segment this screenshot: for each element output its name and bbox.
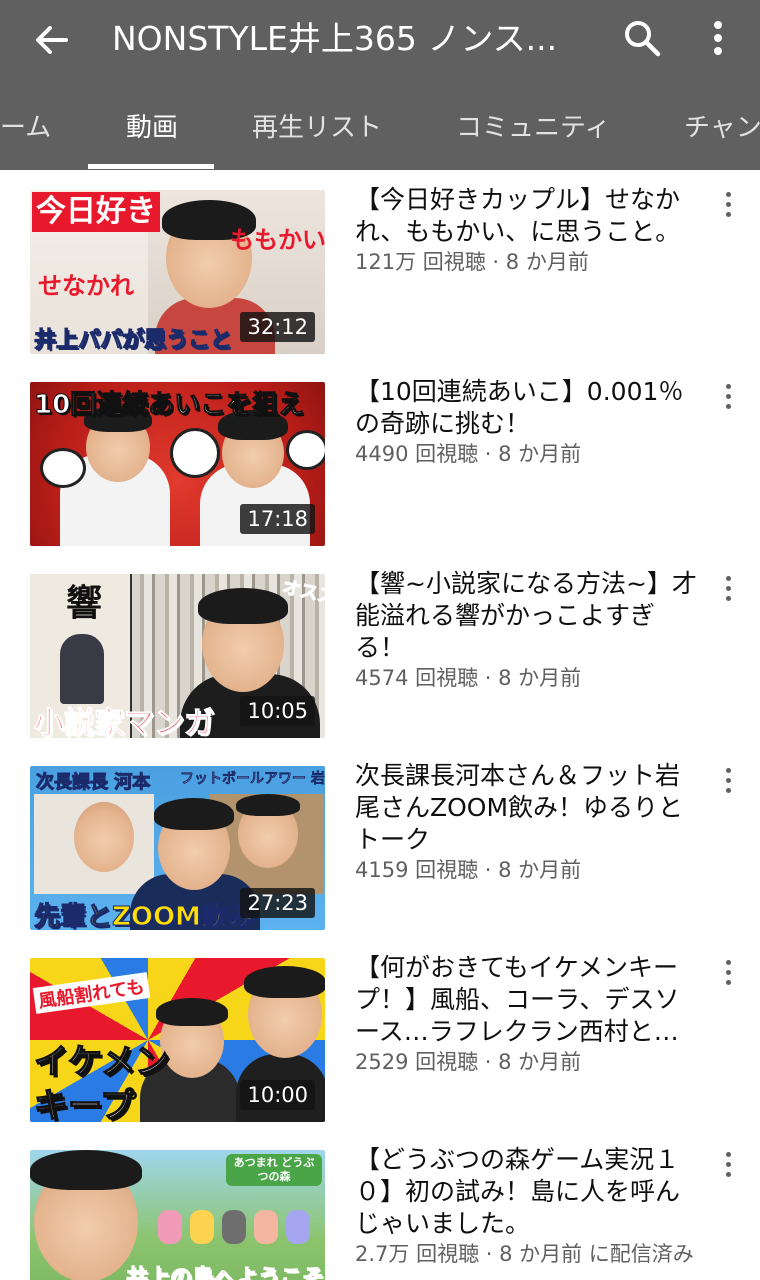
person-face: [74, 802, 134, 872]
game-logo: あつまれ どうぶつの森: [226, 1154, 322, 1186]
video-thumbnail[interactable]: 次長課長 河本 フットボールアワー 岩尾 先輩とZOOM飲み 27:23: [30, 766, 325, 930]
game-character: [222, 1210, 246, 1244]
video-item[interactable]: 響 オススメ 小説家マンガ 10:05 【響~小説家になる方法~】才能溢れる響が…: [0, 554, 760, 746]
search-icon[interactable]: [620, 16, 664, 60]
video-item[interactable]: 10回連続あいこを狙え 17:18 【10回連続あいこ】0.001％の奇跡に挑む…: [0, 362, 760, 554]
thumb-label: ももかい: [230, 225, 325, 254]
person-hair: [154, 798, 234, 830]
tab-home[interactable]: ーム: [0, 100, 51, 156]
video-meta: 4574 回視聴 · 8 か月前: [355, 666, 582, 690]
thumb-label: 井上パパが思うこと: [34, 328, 233, 354]
tab-channels[interactable]: チャン: [684, 100, 760, 156]
thumb-label: 10回連続あいこを狙え: [34, 390, 305, 421]
video-meta: 4159 回視聴 · 8 か月前: [355, 858, 582, 882]
video-duration: 17:18: [240, 504, 315, 534]
video-thumbnail[interactable]: 10回連続あいこを狙え 17:18: [30, 382, 325, 546]
video-item[interactable]: 次長課長 河本 フットボールアワー 岩尾 先輩とZOOM飲み 27:23 次長課…: [0, 746, 760, 938]
video-meta: 2.7万 回視聴 · 8 か月前 に配信済み: [355, 1242, 694, 1266]
thumb-label: 井上の島へようこそ: [125, 1266, 325, 1280]
thumb-label: せなかれ: [38, 271, 134, 300]
person-hair: [236, 794, 300, 816]
hand-sign-icon: [40, 448, 86, 488]
video-meta: 2529 回視聴 · 8 か月前: [355, 1050, 582, 1074]
video-duration: 10:05: [240, 696, 315, 726]
video-duration: 32:12: [240, 312, 315, 342]
video-duration: 27:23: [240, 888, 315, 918]
game-character: [190, 1210, 214, 1244]
thumb-label: 響: [66, 582, 103, 624]
thumb-label: キープ: [33, 1085, 134, 1122]
video-title[interactable]: 次長課長河本さん＆フット岩尾さんZOOM飲み！ゆるりとトーク: [355, 760, 700, 856]
video-item[interactable]: あつまれ どうぶつの森 井上の島へようこそ 【どうぶつの森ゲーム実況１０】初の試…: [0, 1130, 760, 1280]
thumb-label: 今日好き: [32, 192, 160, 232]
video-more-icon[interactable]: [716, 192, 740, 222]
video-title[interactable]: 【何がおきてもイケメンキープ！】風船、コーラ、デスソース…ラフレクラン西村と男…: [355, 952, 700, 1048]
thumb-label: 次長課長 河本: [35, 772, 151, 794]
thumb-label: フットボールアワー 岩尾: [180, 771, 325, 788]
thumb-label: 風船割れても: [32, 972, 150, 1014]
person-hair: [30, 1150, 142, 1190]
person-hair: [244, 966, 325, 998]
tab-community[interactable]: コミュニティ: [456, 100, 610, 156]
video-title[interactable]: 【今日好きカップル】せなかれ、ももかい、に思うこと。: [355, 184, 700, 248]
person-hair: [198, 588, 288, 624]
video-more-icon[interactable]: [716, 384, 740, 414]
tab-videos[interactable]: 動画: [126, 100, 178, 156]
video-more-icon[interactable]: [716, 1152, 740, 1182]
thumb-label: 小説家マンガ: [34, 706, 215, 739]
video-title[interactable]: 【10回連続あいこ】0.001％の奇跡に挑む！: [355, 376, 700, 440]
video-meta: 4490 回視聴 · 8 か月前: [355, 442, 582, 466]
game-character: [158, 1210, 182, 1244]
video-thumbnail[interactable]: 響 オススメ 小説家マンガ 10:05: [30, 574, 325, 738]
game-character: [254, 1210, 278, 1244]
video-list: 今日好き ももかい せなかれ 井上パパが思うこと 32:12 【今日好きカップル…: [0, 170, 760, 1280]
video-title[interactable]: 【響~小説家になる方法~】才能溢れる響がかっこよすぎる！: [355, 568, 700, 664]
video-more-icon[interactable]: [716, 768, 740, 798]
person-hair: [156, 998, 228, 1026]
video-meta: 121万 回視聴 · 8 か月前: [355, 250, 589, 274]
thumb-label: イケメン: [33, 1041, 169, 1083]
video-more-icon[interactable]: [716, 960, 740, 990]
active-tab-indicator: [88, 164, 214, 169]
video-item[interactable]: 今日好き ももかい せなかれ 井上パパが思うこと 32:12 【今日好きカップル…: [0, 170, 760, 362]
tab-playlists[interactable]: 再生リスト: [252, 100, 382, 156]
app-bar: NONSTYLE井上365 ノンス... ーム 動画 再生リスト コミュニティ …: [0, 0, 760, 170]
video-title[interactable]: 【どうぶつの森ゲーム実況１０】初の試み！島に人を呼んじゃいました。: [355, 1144, 700, 1240]
more-options-icon[interactable]: [700, 16, 736, 60]
video-thumbnail[interactable]: 今日好き ももかい せなかれ 井上パパが思うこと 32:12: [30, 190, 325, 354]
video-more-icon[interactable]: [716, 576, 740, 606]
video-thumbnail[interactable]: あつまれ どうぶつの森 井上の島へようこそ: [30, 1150, 325, 1280]
hand-sign-icon: [286, 430, 325, 470]
video-duration: 10:00: [240, 1080, 315, 1110]
hand-sign-icon: [170, 428, 220, 478]
video-thumbnail[interactable]: 風船割れても イケメン キープ 10:00: [30, 958, 325, 1122]
back-arrow-icon[interactable]: [30, 18, 74, 62]
channel-title: NONSTYLE井上365 ノンス...: [112, 19, 558, 58]
game-character: [286, 1210, 310, 1244]
manga-character: [60, 634, 104, 704]
video-item[interactable]: 風船割れても イケメン キープ 10:00 【何がおきてもイケメンキープ！】風船…: [0, 938, 760, 1130]
